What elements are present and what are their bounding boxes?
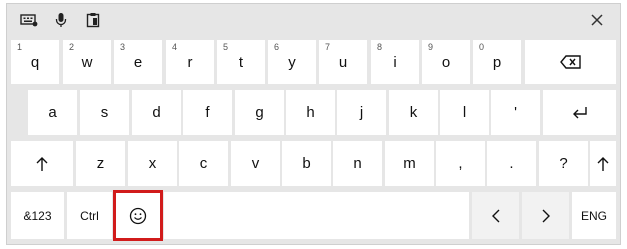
symbols-label: &123 [23,208,52,223]
key-label: y [288,53,296,71]
key-o[interactable]: 9 o [422,40,470,84]
backspace-icon [559,55,582,69]
shift-key-right[interactable] [590,141,616,186]
key-label: a [48,104,57,121]
key-r[interactable]: 4 r [166,40,214,84]
key-label: n [353,155,362,172]
key-label: j [359,104,364,121]
key-p[interactable]: 0 p [473,40,521,84]
key-f[interactable]: f [183,90,232,135]
language-label: ENG [580,208,607,223]
key-label: s [100,104,109,121]
key-z[interactable]: z [76,141,125,186]
key-apostrophe[interactable]: ' [491,90,540,135]
key-label: e [133,53,143,71]
key-label: z [96,155,105,172]
key-x[interactable]: x [128,141,177,186]
key-hint: 8 [377,42,383,52]
cursor-left-key[interactable] [472,192,519,239]
key-label: , [458,155,463,172]
key-hint: 9 [428,42,434,52]
key-d[interactable]: d [132,90,181,135]
key-q[interactable]: 1 q [11,40,59,84]
key-label: w [81,53,93,71]
keyboard-settings-icon[interactable] [19,10,39,30]
emoji-key[interactable] [113,190,163,241]
key-label: t [238,53,244,71]
cursor-right-key[interactable] [522,192,569,239]
key-label: k [409,104,418,121]
key-label: q [30,53,40,71]
key-label: c [199,155,208,172]
key-w[interactable]: 2 w [63,40,111,84]
key-label: m [403,155,416,172]
key-e[interactable]: 3 e [114,40,162,84]
key-s[interactable]: s [80,90,129,135]
key-label: g [255,104,264,121]
key-y[interactable]: 6 y [268,40,316,84]
key-label: r [187,53,193,71]
key-hint: 4 [172,42,178,52]
key-b[interactable]: b [282,141,331,186]
key-label: h [306,104,315,121]
key-hint: 5 [223,42,229,52]
key-label: ' [514,104,517,121]
key-m[interactable]: m [385,141,434,186]
clipboard-icon[interactable] [83,10,103,30]
backspace-key[interactable] [525,40,616,84]
enter-icon [571,106,589,120]
space-bar[interactable] [164,192,469,239]
key-label: u [338,53,348,71]
key-hint: 7 [325,42,331,52]
ctrl-key[interactable]: Ctrl [67,192,112,239]
key-period[interactable]: . [487,141,536,186]
symbols-key[interactable]: &123 [11,192,64,239]
microphone-icon[interactable] [51,10,71,30]
shift-icon [596,156,610,172]
chevron-left-icon [491,209,501,223]
key-g[interactable]: g [235,90,284,135]
key-k[interactable]: k [389,90,438,135]
shift-key-left[interactable] [11,141,73,186]
key-t[interactable]: 5 t [217,40,265,84]
key-label: d [152,104,161,121]
shift-icon [35,156,49,172]
key-label: l [462,104,467,121]
emoji-icon [129,207,147,225]
key-v[interactable]: v [231,141,280,186]
key-hint: 3 [120,42,126,52]
key-c[interactable]: c [179,141,228,186]
key-hint: 1 [17,42,23,52]
key-comma[interactable]: , [436,141,485,186]
key-label: b [302,155,311,172]
key-question[interactable]: ? [539,141,588,186]
key-hint: 0 [479,42,485,52]
key-label: o [441,53,451,71]
key-l[interactable]: l [440,90,489,135]
touch-keyboard: 1 q 2 w 3 e 4 r 5 t 6 y 7 u 8 i 9 o 0 p [6,3,621,245]
key-n[interactable]: n [333,141,382,186]
chevron-right-icon [541,209,551,223]
key-label: i [393,53,397,71]
key-u[interactable]: 7 u [319,40,367,84]
enter-key[interactable] [543,90,616,135]
language-key[interactable]: ENG [572,192,616,239]
key-i[interactable]: 8 i [371,40,419,84]
key-label: x [148,155,157,172]
key-j[interactable]: j [337,90,386,135]
key-label: v [251,155,260,172]
close-icon[interactable] [586,9,608,31]
key-a[interactable]: a [28,90,77,135]
key-label: . [509,155,514,172]
key-label: f [205,104,210,121]
key-label: p [492,53,502,71]
key-label: ? [559,155,568,172]
key-hint: 6 [274,42,280,52]
key-hint: 2 [69,42,75,52]
key-h[interactable]: h [286,90,335,135]
ctrl-label: Ctrl [80,208,99,223]
